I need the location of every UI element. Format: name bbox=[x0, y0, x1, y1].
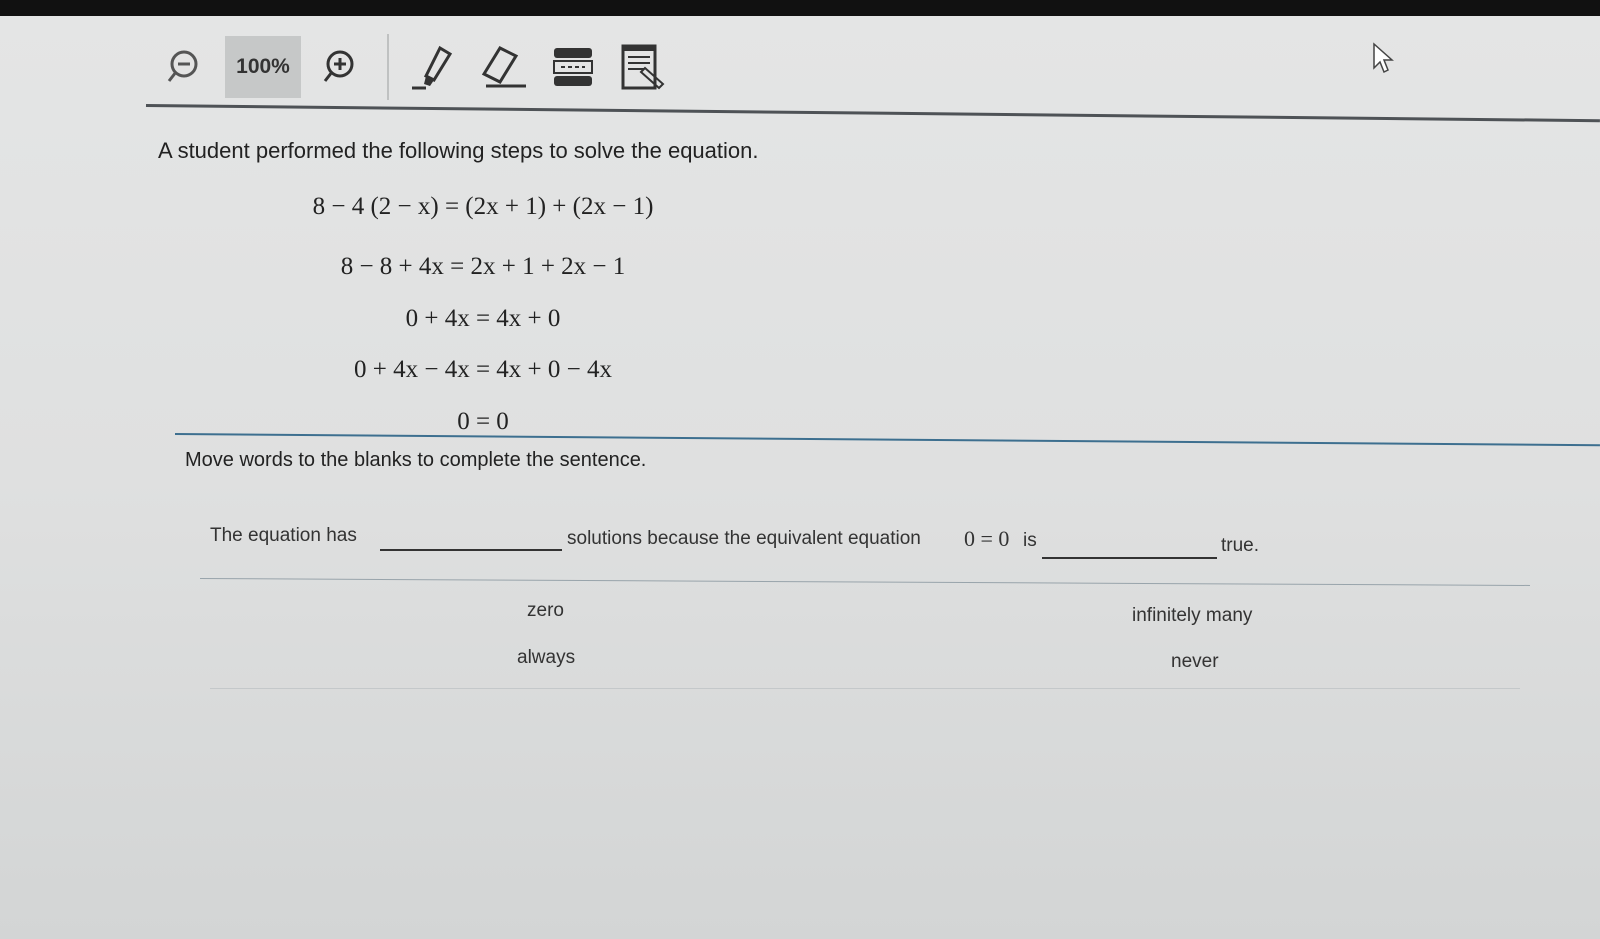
highlighter-icon bbox=[412, 45, 453, 90]
line-reader-icon bbox=[553, 48, 593, 86]
question-area: A student performed the following steps … bbox=[158, 138, 1538, 435]
top-bezel bbox=[0, 0, 1600, 16]
mouse-cursor-icon bbox=[1373, 42, 1394, 74]
zoom-out-icon bbox=[167, 50, 198, 82]
notepad-icon bbox=[621, 44, 665, 90]
word-tile-infinitely-many[interactable]: infinitely many bbox=[1128, 603, 1256, 629]
question-prompt: A student performed the following steps … bbox=[158, 138, 759, 163]
toolbar-divider bbox=[145, 104, 1600, 123]
blank-2-drop-zone[interactable] bbox=[1042, 557, 1217, 559]
solution-step: 0 = 0 bbox=[457, 408, 509, 435]
sentence-text: is bbox=[1023, 530, 1037, 551]
toolbar: 100% bbox=[155, 34, 685, 100]
solution-step: 8 − 8 + 4x = 2x + 1 + 2x − 1 bbox=[340, 253, 626, 280]
zoom-in-icon bbox=[323, 50, 354, 82]
instruction-text: Move words to the blanks to complete the… bbox=[185, 449, 647, 471]
fill-in-sentence: The equation has solutions because the e… bbox=[210, 525, 1530, 565]
sentence-text: The equation has bbox=[210, 525, 357, 546]
toolbar-separator bbox=[387, 34, 389, 100]
sentence-text: true. bbox=[1221, 535, 1260, 556]
word-tile-always[interactable]: always bbox=[513, 645, 579, 671]
word-bank-bottom-border bbox=[210, 688, 1520, 689]
eraser-button[interactable] bbox=[475, 39, 531, 95]
zoom-in-button[interactable] bbox=[311, 39, 367, 95]
zoom-level: 100% bbox=[225, 36, 301, 98]
word-tile-zero[interactable]: zero bbox=[523, 598, 568, 624]
solution-step: 0 + 4x = 4x + 0 bbox=[405, 305, 561, 332]
word-bank: zero infinitely many always never bbox=[210, 590, 1530, 690]
blank-1-drop-zone[interactable] bbox=[380, 549, 562, 551]
highlighter-button[interactable] bbox=[405, 39, 461, 95]
solution-step: 0 + 4x − 4x = 4x + 0 − 4x bbox=[354, 356, 612, 383]
solution-step: 8 − 4 (2 − x) = (2x + 1) + (2x − 1) bbox=[312, 193, 654, 220]
zoom-out-button[interactable] bbox=[155, 39, 211, 95]
test-screen: 100% A student performed the following s… bbox=[0, 16, 1600, 939]
notepad-button[interactable] bbox=[615, 39, 671, 95]
sentence-text: solutions because the equivalent equatio… bbox=[567, 528, 921, 549]
equation-inline: 0 = 0 bbox=[964, 526, 1010, 551]
line-reader-button[interactable] bbox=[545, 39, 601, 95]
eraser-icon bbox=[481, 46, 526, 88]
word-tile-never[interactable]: never bbox=[1167, 649, 1223, 675]
